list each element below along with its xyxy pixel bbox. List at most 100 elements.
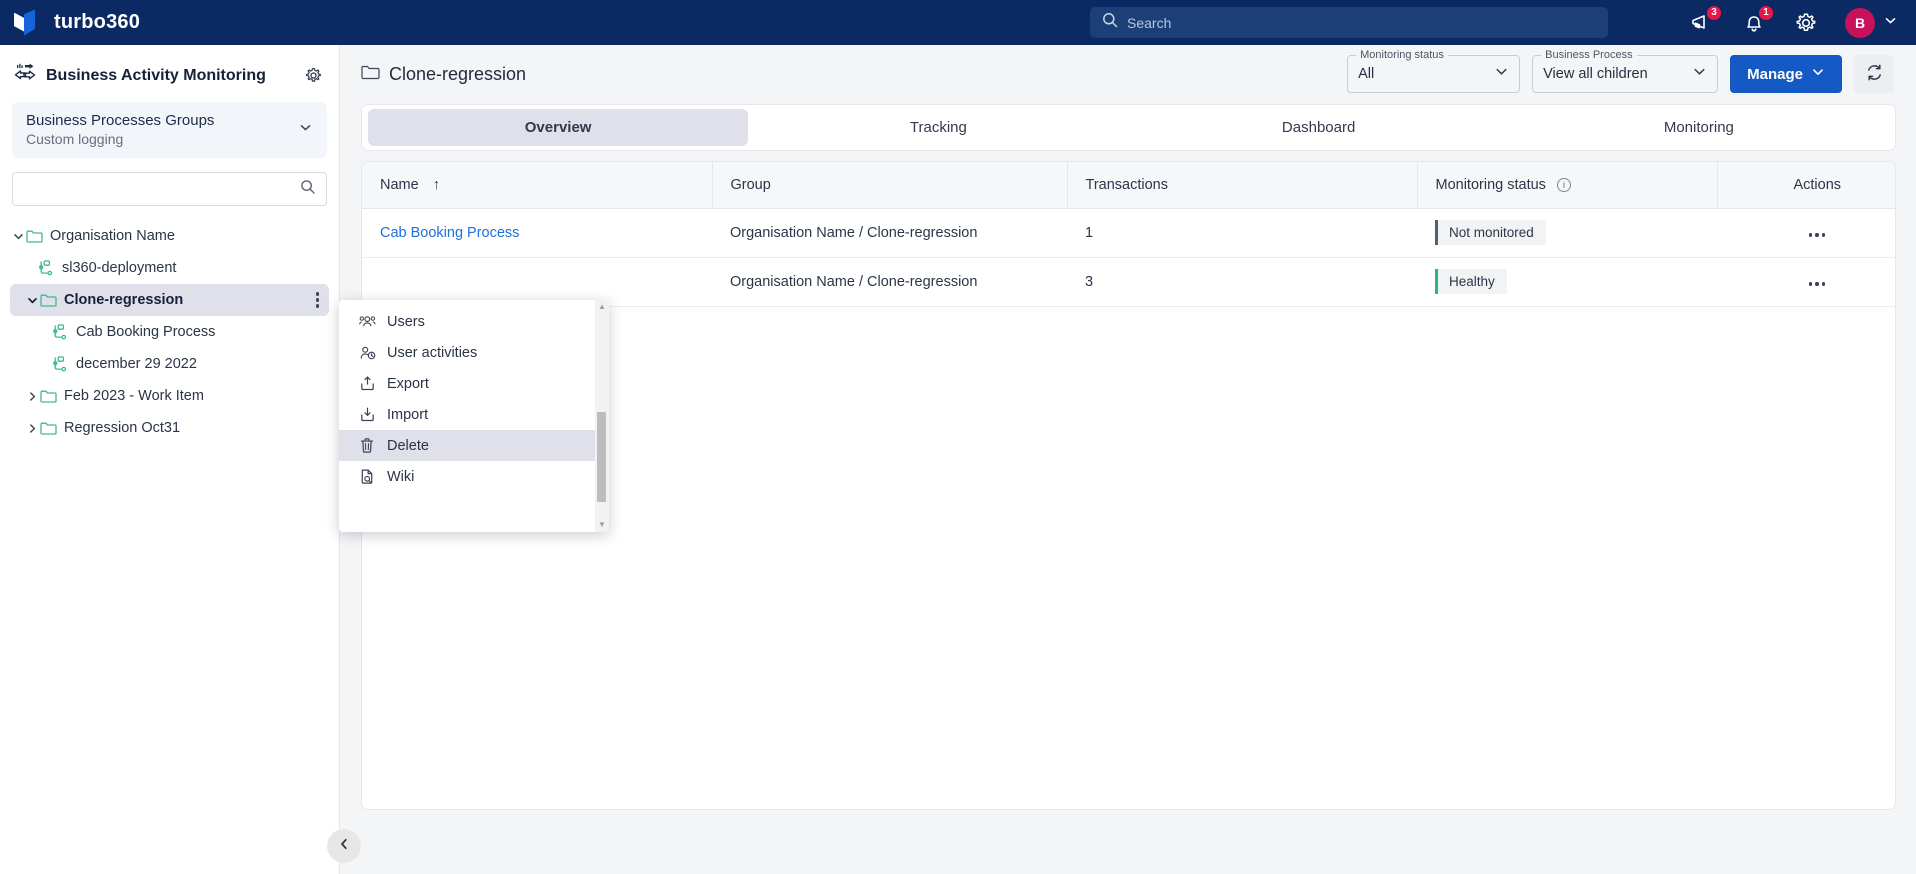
top-nav-icon-group: 3 1 B: [1689, 0, 1898, 45]
cell-transactions: 3: [1067, 257, 1417, 307]
context-menu-item-user-activities[interactable]: User activities: [339, 337, 595, 368]
tree-item-context-menu-button[interactable]: [315, 292, 319, 308]
trash-icon: [359, 437, 376, 454]
monitoring-status-filter-label: Monitoring status: [1356, 49, 1448, 61]
document-search-icon: [359, 468, 376, 485]
manage-button[interactable]: Manage: [1730, 55, 1842, 93]
bam-exchange-icon: [14, 63, 36, 88]
column-header-name[interactable]: Name ↑: [362, 162, 713, 209]
chevron-down-icon[interactable]: [10, 230, 26, 243]
account-menu[interactable]: B: [1845, 7, 1898, 38]
folder-icon: [26, 229, 43, 244]
context-menu-item-export[interactable]: Export: [339, 368, 595, 399]
process-link[interactable]: Cab Booking Process: [380, 225, 519, 241]
cell-group: Organisation Name / Clone-regression: [712, 208, 1067, 258]
column-header-group[interactable]: Group: [712, 162, 1068, 209]
cell-actions: [1717, 257, 1895, 307]
cell-monitoring-status: Not monitored: [1417, 208, 1717, 258]
sidebar-settings-gear-icon[interactable]: [304, 66, 323, 85]
monitoring-status-filter[interactable]: Monitoring status All: [1347, 49, 1521, 93]
sidebar-collapse-button[interactable]: [327, 829, 361, 863]
page-header-controls: Monitoring status All Business Process V…: [1347, 49, 1894, 93]
business-processes-groups-selector[interactable]: Business Processes Groups Custom logging: [12, 102, 327, 158]
table-row[interactable]: Cab Booking Process Organisation Name / …: [362, 208, 1895, 258]
status-badge: Healthy: [1435, 269, 1507, 294]
scrollbar-thumb[interactable]: [597, 412, 606, 502]
process-flow-icon: [52, 324, 69, 340]
table-header: Name ↑ Group Transactions Monitoring sta…: [362, 162, 1895, 209]
context-menu-item-label: Delete: [387, 437, 429, 454]
tree-item-label: december 29 2022: [76, 356, 197, 372]
cell-monitoring-status: Healthy: [1417, 257, 1717, 307]
search-icon: [1102, 12, 1118, 33]
column-header-monitoring-status[interactable]: Monitoring status i: [1417, 162, 1718, 209]
group-name: Business Processes Groups: [26, 112, 215, 129]
tree-item-label: sl360-deployment: [62, 260, 177, 276]
tree-item-organisation-name[interactable]: Organisation Name: [10, 220, 329, 252]
cell-name: Cab Booking Process: [362, 208, 712, 258]
more-horizontal-icon[interactable]: [1808, 282, 1826, 286]
monitoring-status-filter-value: All: [1358, 66, 1375, 82]
announcements-button[interactable]: 3: [1689, 4, 1722, 36]
notifications-button[interactable]: 1: [1741, 4, 1774, 36]
info-icon[interactable]: i: [1556, 178, 1571, 193]
tree-item-label: Regression Oct31: [64, 420, 181, 436]
chevron-down-icon: [1494, 64, 1509, 84]
context-menu-item-delete[interactable]: Delete: [339, 430, 595, 461]
context-menu-items: Users User activities Export Import Dele…: [339, 300, 595, 532]
tree-item-label: Feb 2023 - Work Item: [64, 388, 204, 404]
context-menu-item-import[interactable]: Import: [339, 399, 595, 430]
context-menu-item-users[interactable]: Users: [339, 306, 595, 337]
more-horizontal-icon[interactable]: [1808, 233, 1826, 237]
tree-item-regression-oct31[interactable]: Regression Oct31: [10, 412, 329, 444]
tree-item-clone-regression[interactable]: Clone-regression: [10, 284, 329, 316]
column-header-transactions[interactable]: Transactions: [1067, 162, 1418, 209]
process-flow-icon: [52, 356, 69, 372]
tree-context-menu: Users User activities Export Import Dele…: [339, 300, 609, 532]
global-search[interactable]: [1090, 7, 1608, 38]
announcements-badge: 3: [1706, 4, 1722, 21]
sort-ascending-arrow[interactable]: ↑: [433, 177, 440, 193]
chevron-right-icon[interactable]: [24, 390, 40, 403]
folder-icon: [40, 389, 57, 404]
folder-icon: [40, 293, 57, 308]
tab-tracking[interactable]: Tracking: [748, 109, 1128, 146]
users-icon: [359, 314, 376, 329]
tree-item-sl360-deployment[interactable]: sl360-deployment: [10, 252, 329, 284]
context-menu-item-wiki[interactable]: Wiki: [339, 461, 595, 492]
business-processes-table: Name ↑ Group Transactions Monitoring sta…: [362, 162, 1895, 307]
context-menu-item-label: Export: [387, 375, 429, 392]
tab-dashboard[interactable]: Dashboard: [1129, 109, 1509, 146]
sidebar-search[interactable]: [12, 172, 327, 206]
process-flow-icon: [38, 260, 55, 276]
context-menu-item-label: Wiki: [387, 468, 415, 485]
caret-up-icon[interactable]: ▲: [598, 303, 606, 311]
avatar: B: [1845, 7, 1875, 38]
sidebar-title: Business Activity Monitoring: [46, 66, 266, 84]
context-menu-scrollbar[interactable]: ▲ ▼: [595, 300, 609, 532]
top-navigation-bar: turbo360 3 1: [0, 0, 1916, 45]
business-process-filter[interactable]: Business Process View all children: [1532, 49, 1719, 93]
brand-area[interactable]: turbo360: [0, 9, 338, 36]
sidebar-search-input[interactable]: [23, 181, 300, 197]
notifications-badge: 1: [1758, 4, 1774, 21]
folder-icon: [40, 421, 57, 436]
tab-bar: Overview Tracking Dashboard Monitoring: [361, 104, 1896, 151]
chevron-left-icon: [337, 837, 351, 856]
column-header-monitoring-status-label: Monitoring status: [1435, 176, 1546, 193]
chevron-down-icon: [1692, 64, 1707, 84]
tab-monitoring[interactable]: Monitoring: [1509, 109, 1889, 146]
tab-overview[interactable]: Overview: [368, 109, 749, 146]
status-badge: Not monitored: [1435, 220, 1546, 245]
search-input[interactable]: [1127, 14, 1596, 31]
tree-item-cab-booking-process[interactable]: Cab Booking Process: [10, 316, 329, 348]
chevron-down-icon[interactable]: [24, 294, 40, 307]
chevron-right-icon[interactable]: [24, 422, 40, 435]
tree-item-label: Cab Booking Process: [76, 324, 216, 340]
settings-button[interactable]: [1793, 10, 1819, 36]
tree-item-december-29-2022[interactable]: december 29 2022: [10, 348, 329, 380]
refresh-button[interactable]: [1854, 55, 1894, 93]
caret-down-icon[interactable]: ▼: [598, 521, 606, 529]
table-row[interactable]: Organisation Name / Clone-regression 3 H…: [362, 257, 1895, 307]
tree-item-feb-2023-work-item[interactable]: Feb 2023 - Work Item: [10, 380, 329, 412]
